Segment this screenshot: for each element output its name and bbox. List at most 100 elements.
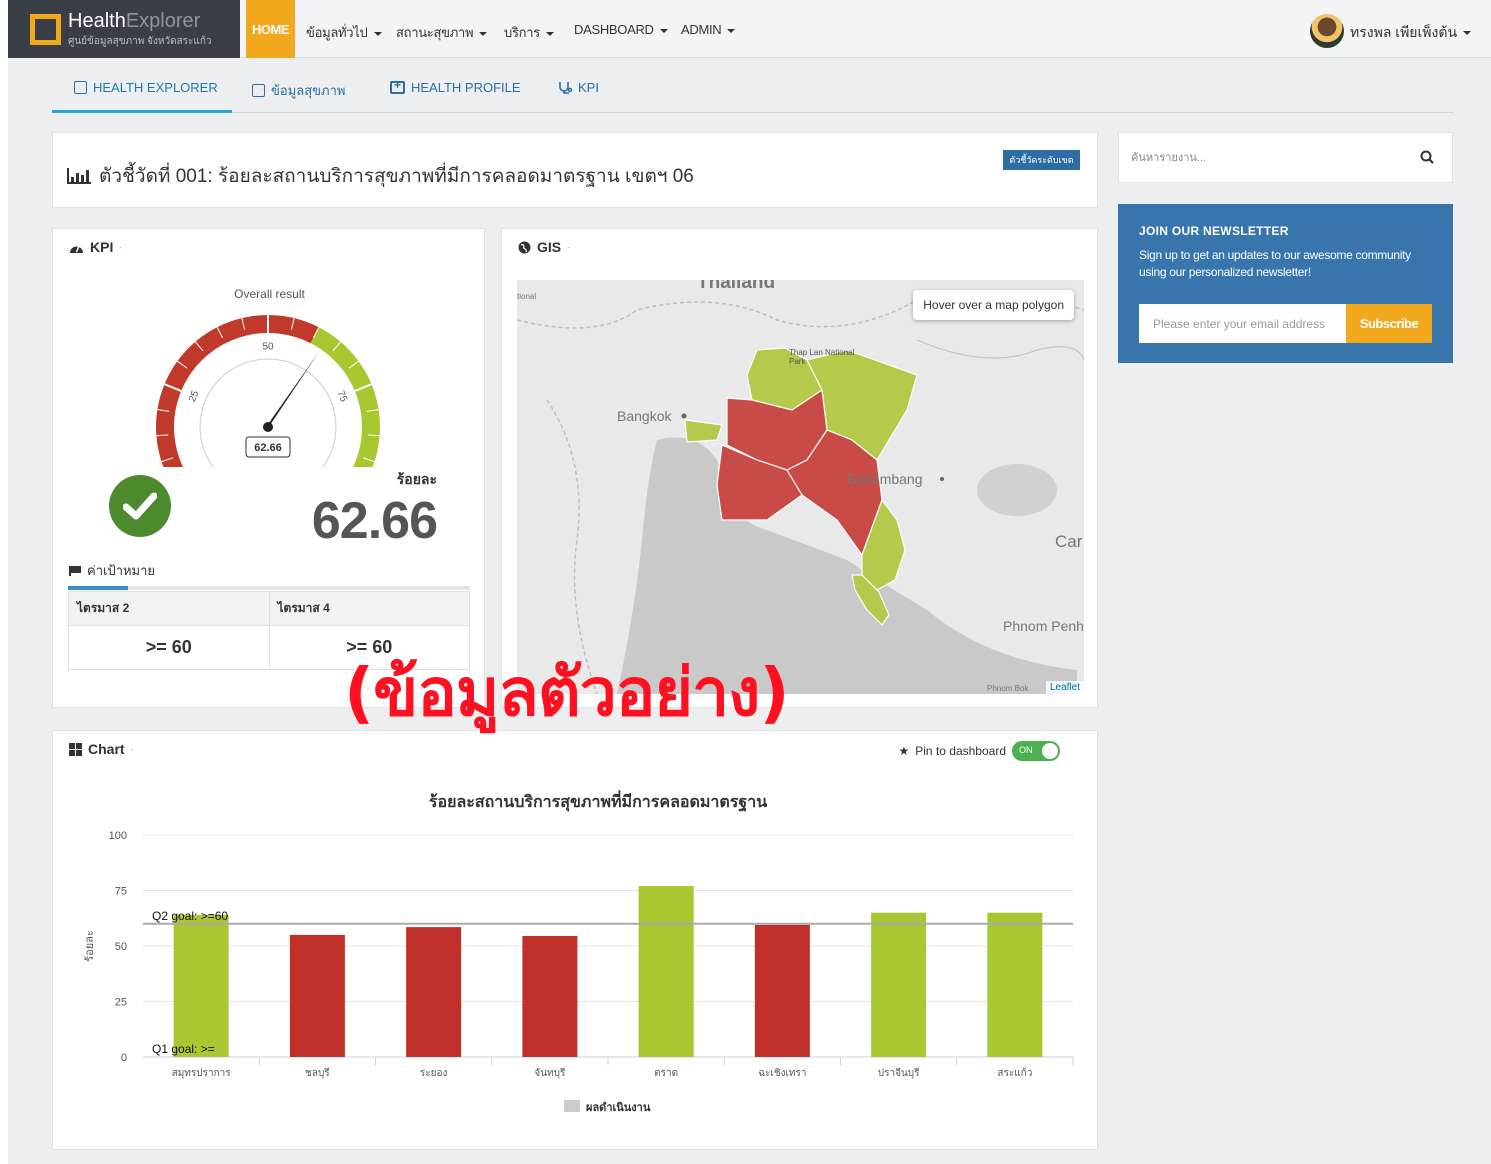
kpi-panel-header: KPI - (69, 239, 122, 255)
user-avatar[interactable] (1310, 14, 1344, 48)
logo-square-icon (30, 14, 61, 45)
brand-logo[interactable]: HealthExplorer ศูนย์ข้อมูลสุขภาพ จังหวัด… (8, 0, 240, 58)
newsletter-title: JOIN OUR NEWSLETTER (1139, 224, 1289, 238)
map-label: tional (517, 292, 537, 301)
bar-chart-icon (67, 168, 91, 184)
chart-panel: ร้อยละสถานบริการสุขภาพที่มีการคลอดมาตรฐา… (52, 730, 1098, 1150)
star-icon: ★ (898, 744, 910, 758)
newsletter-box: JOIN OUR NEWSLETTER Sign up to get an up… (1118, 204, 1453, 363)
legend-swatch (564, 1100, 580, 1112)
nav-home[interactable]: HOME (246, 0, 295, 58)
caret-down-icon (659, 28, 668, 33)
map-label: Phnom Penh (1003, 618, 1084, 634)
bar (406, 927, 462, 1057)
table-cell: >= 60 (68, 625, 270, 670)
map-canvas[interactable] (517, 280, 1084, 694)
map-label: Battambang (847, 471, 923, 487)
gauge-caption: Overall result (234, 287, 305, 301)
tab-health-explorer[interactable]: HEALTH EXPLORER (74, 80, 218, 95)
bar (754, 924, 810, 1057)
gauge-pivot (263, 422, 273, 432)
collapse-marker[interactable]: - (567, 243, 570, 252)
target-heading: ค่าเป้าหมาย (69, 560, 155, 581)
x-tick-label: จันทบุรี (534, 1067, 566, 1079)
percent-label: ร้อยละ (396, 471, 437, 487)
pass-check-icon (109, 475, 171, 537)
gauge-tick-label: 50 (262, 342, 274, 353)
square-icon (252, 84, 265, 97)
bar (289, 934, 345, 1057)
nav-services[interactable]: บริการ (504, 22, 554, 43)
tab-health-data[interactable]: ข้อมูลสุขภาพ (252, 80, 346, 101)
y-tick-label: 0 (121, 1052, 127, 1064)
caret-down-icon (1463, 31, 1472, 36)
windows-icon (69, 742, 82, 756)
page: HealthExplorer ศูนย์ข้อมูลสุขภาพ จังหวัด… (8, 0, 1491, 1164)
pin-to-dashboard[interactable]: ★ Pin to dashboard ON (898, 741, 1060, 761)
kpi-title: ตัวชี้วัดที่ 001: ร้อยละสถานบริการสุขภาพ… (67, 161, 694, 191)
table-header-cell: ไตรมาส 2 (68, 591, 270, 626)
nav-health-status[interactable]: สถานะสุขภาพ (396, 22, 488, 43)
sample-data-watermark: (ข้อมูลตัวอย่าง) (344, 654, 790, 731)
target-progress-bar (68, 586, 470, 590)
email-field[interactable] (1139, 304, 1346, 343)
pin-toggle[interactable]: ON (1012, 741, 1060, 761)
y-tick-label: 100 (109, 830, 127, 842)
y-axis-title: ร้อยละ (84, 930, 96, 962)
gauge-value-label: 62.66 (254, 442, 282, 454)
search-icon[interactable] (1420, 150, 1434, 164)
medkit-icon (390, 78, 405, 94)
bar (173, 914, 229, 1057)
sub-tabs: HEALTH EXPLORER ข้อมูลสุขภาพ HEALTH PROF… (52, 58, 1454, 113)
goal-line-label: Q2 goal: >=60 (152, 909, 228, 923)
kpi-gauge: 025507510062.66 (155, 314, 381, 467)
gauge-tick-label: 75 (335, 389, 350, 404)
gis-panel: GIS - Thailand Bangkok Battambang Phnom … (501, 228, 1098, 708)
y-tick-label: 25 (115, 997, 127, 1009)
user-menu[interactable]: ทรงพล เพียเพ็งต้น (1350, 22, 1472, 44)
x-tick-label: ชลบุรี (305, 1067, 330, 1079)
chart-panel-header: Chart - (69, 741, 133, 757)
map-hover-tooltip: Hover over a map polygon (913, 290, 1074, 320)
caret-down-icon (545, 31, 554, 36)
caret-down-icon (727, 28, 736, 33)
table-header-cell: ไตรมาส 4 (268, 591, 470, 626)
kpi-big-value: 62.66 (311, 492, 438, 550)
map-label: Thailand (697, 280, 776, 293)
nav-general-info[interactable]: ข้อมูลทั่วไป (306, 22, 382, 43)
stethoscope-icon (559, 81, 572, 94)
gauge-needle (266, 350, 320, 427)
caret-down-icon (479, 31, 488, 36)
x-tick-label: ตราด (654, 1068, 678, 1079)
dashboard-gauge-icon (70, 245, 83, 253)
subscribe-button[interactable]: Subscribe (1346, 304, 1432, 343)
table-header-row: ไตรมาส 2 ไตรมาส 4 (68, 591, 470, 626)
collapse-marker[interactable]: - (131, 745, 134, 754)
nav-admin[interactable]: ADMIN (681, 22, 736, 37)
kpi-title-panel: ตัวชี้วัดที่ 001: ร้อยละสถานบริการสุขภาพ… (52, 132, 1098, 208)
gis-map[interactable]: Thailand Bangkok Battambang Phnom Penh C… (517, 280, 1084, 694)
tab-health-profile[interactable]: HEALTH PROFILE (390, 78, 521, 95)
nav-dashboard[interactable]: DASHBOARD (574, 22, 668, 37)
x-tick-label: ฉะเชิงเทรา (758, 1068, 806, 1079)
square-icon (74, 81, 87, 94)
collapse-marker[interactable]: - (119, 243, 122, 252)
logo-title: HealthExplorer (68, 10, 201, 32)
flag-icon (69, 565, 81, 576)
target-progress-fill (68, 586, 129, 590)
search-input[interactable] (1119, 133, 1409, 182)
caret-down-icon (373, 31, 382, 36)
map-label: Bangkok (617, 408, 672, 424)
bar (987, 912, 1043, 1057)
x-tick-label: ปราจีนบุรี (878, 1067, 920, 1079)
map-label: Car (1055, 532, 1083, 551)
kpi-level-badge[interactable]: ตัวชี้วัดระดับเขต (1003, 150, 1080, 170)
bar (638, 886, 694, 1057)
newsletter-text: Sign up to get an updates to our awesome… (1139, 248, 1411, 279)
kpi-panel: KPI- Overall result 025507510062.66 ร้อย… (52, 228, 485, 708)
x-tick-label: สระแก้ว (997, 1067, 1032, 1079)
map-attribution-link[interactable]: Leaflet (1045, 681, 1084, 694)
tab-kpi[interactable]: KPI (558, 80, 599, 95)
gis-panel-header: GIS - (518, 239, 570, 255)
map-label: Phnom Bok (987, 684, 1029, 693)
